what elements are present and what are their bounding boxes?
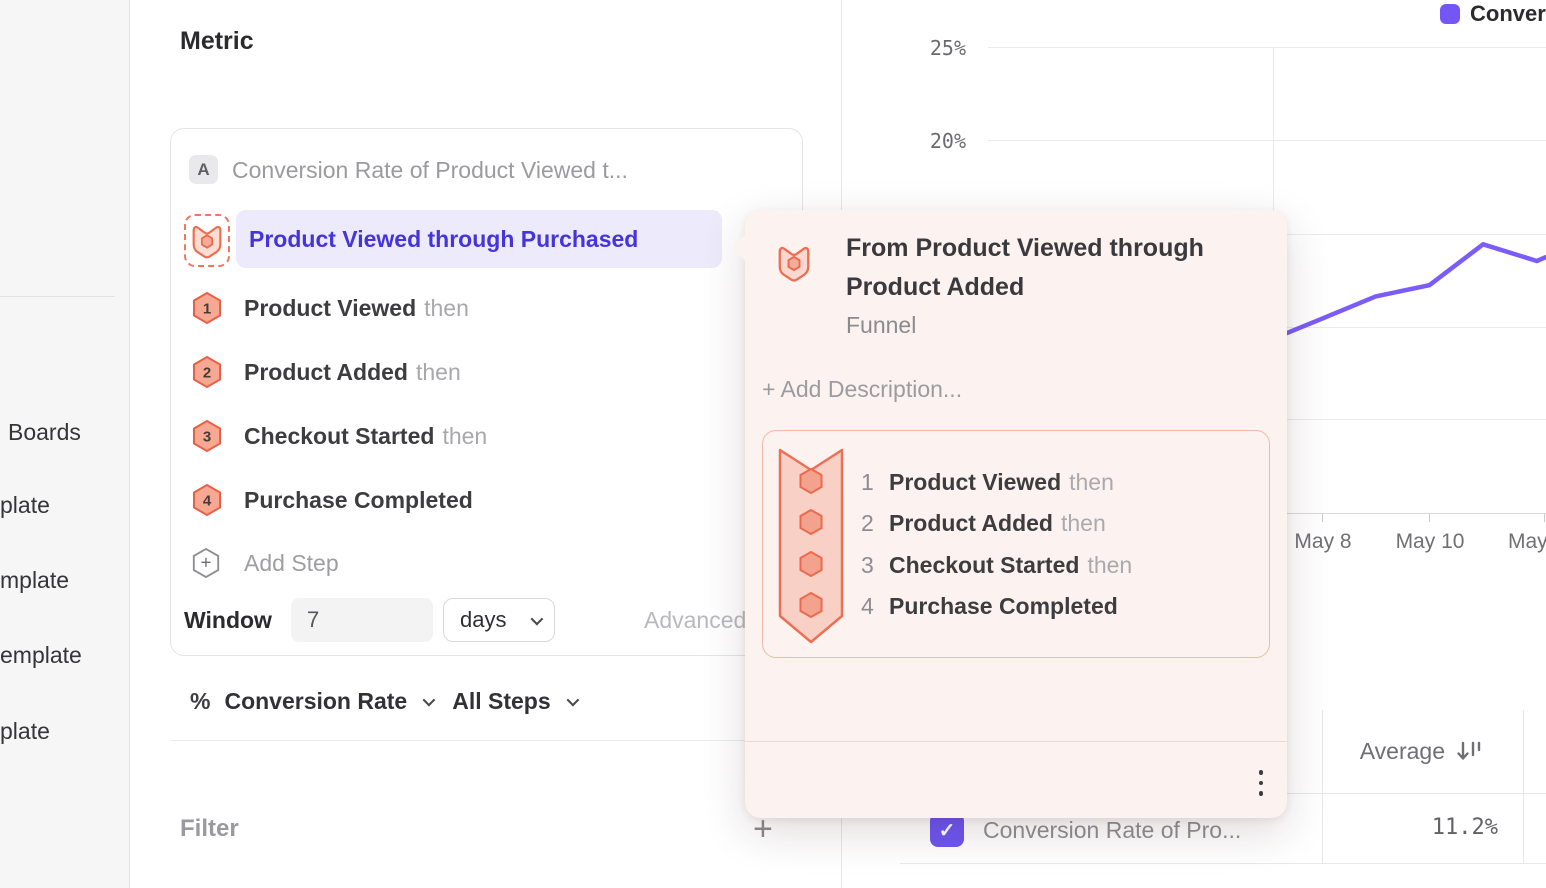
table-row-average-value: 11.2% — [1350, 815, 1498, 840]
step-name: Checkout Started — [244, 423, 434, 450]
add-description-link[interactable]: + Add Description... — [762, 376, 962, 403]
step-name: Product Added — [244, 359, 408, 386]
x-tickmark — [1544, 514, 1545, 522]
svg-text:+: + — [201, 552, 212, 573]
table-column-border — [1322, 710, 1323, 863]
funnel-glyph-icon — [191, 223, 223, 259]
window-unit-value: days — [460, 607, 506, 633]
popover-steps-box: 1 Product Viewed then 2 Product Added th… — [762, 430, 1270, 658]
more-options-icon[interactable] — [1248, 762, 1274, 804]
step-2-hex-icon: 2 — [191, 355, 223, 389]
step-3-hex-icon: 3 — [191, 419, 223, 453]
step-name: Product Added — [889, 510, 1053, 537]
metric-title[interactable]: Conversion Rate of Product Viewed t... — [232, 157, 628, 184]
step-name: Purchase Completed — [889, 593, 1118, 620]
step-number: 1 — [861, 469, 883, 496]
popover-title: From Product Viewed through Product Adde… — [846, 229, 1246, 307]
advanced-link[interactable]: Advanced — [644, 607, 746, 634]
x-axis-label-may10: May 10 — [1392, 530, 1468, 554]
sidebar-item-boards[interactable]: Boards — [8, 419, 81, 446]
funnel-step-row-4[interactable]: 4 Purchase Completed — [191, 483, 751, 517]
funnel-step-row-3[interactable]: 3 Checkout Started then — [191, 419, 751, 453]
filter-section-heading: Filter — [180, 815, 239, 843]
step-then-label: then — [442, 423, 487, 450]
sort-descending-icon[interactable] — [1455, 740, 1483, 766]
step-1-hex-icon: 1 — [191, 291, 223, 325]
svg-text:1: 1 — [203, 301, 211, 318]
popover-step-4: 4 Purchase Completed — [861, 591, 1251, 621]
step-name: Purchase Completed — [244, 487, 473, 514]
window-input[interactable] — [291, 598, 433, 642]
chevron-down-icon — [531, 612, 544, 625]
popover-subtitle: Funnel — [846, 312, 916, 339]
window-unit-select[interactable]: days — [443, 598, 555, 642]
x-tickmark — [1429, 514, 1430, 522]
add-step-button[interactable]: + Add Step — [191, 547, 491, 579]
metric-section-heading: Metric — [180, 27, 254, 56]
check-icon: ✓ — [939, 818, 956, 843]
step-then-label: then — [1069, 469, 1114, 496]
chart-legend[interactable]: Conver — [1440, 1, 1546, 27]
gridline-25pct — [988, 47, 1546, 48]
series-checkbox[interactable]: ✓ — [930, 813, 964, 847]
step-then-label: then — [416, 359, 461, 386]
measure-type-dropdown[interactable]: Conversion Rate — [224, 688, 407, 715]
sidebar-divider — [0, 296, 115, 297]
y-axis-tick-20: 20% — [900, 129, 966, 153]
svg-text:4: 4 — [203, 493, 212, 510]
sidebar-item-template-4[interactable]: plate — [0, 718, 50, 745]
step-then-label: then — [1061, 510, 1106, 537]
popover-step-3: 3 Checkout Started then — [861, 550, 1251, 580]
funnel-details-popover: From Product Viewed through Product Adde… — [745, 210, 1287, 818]
gridline-20pct — [988, 140, 1546, 141]
measure-row: % Conversion Rate All Steps — [190, 686, 582, 716]
chevron-down-icon[interactable] — [566, 693, 579, 706]
popover-footer-divider — [745, 741, 1287, 742]
funnel-icon[interactable] — [184, 214, 230, 267]
step-name: Product Viewed — [889, 469, 1061, 496]
chevron-down-icon[interactable] — [423, 693, 436, 706]
percent-symbol: % — [190, 688, 210, 715]
x-axis-label-may8: May 8 — [1292, 530, 1354, 554]
svg-text:3: 3 — [203, 429, 211, 446]
metric-card: A Conversion Rate of Product Viewed t...… — [170, 128, 803, 656]
x-axis-label-may12: May — [1508, 530, 1546, 554]
step-4-hex-icon: 4 — [191, 483, 223, 517]
funnel-icon — [773, 244, 815, 282]
funnel-step-row-1[interactable]: 1 Product Viewed then — [191, 291, 751, 325]
left-sidebar: Boards plate mplate emplate plate — [0, 0, 130, 888]
step-number: 4 — [861, 593, 883, 620]
step-number: 2 — [861, 510, 883, 537]
sidebar-item-template-2[interactable]: mplate — [0, 567, 69, 594]
step-then-label: then — [424, 295, 469, 322]
step-name: Checkout Started — [889, 552, 1079, 579]
step-then-label: then — [1087, 552, 1132, 579]
legend-swatch — [1440, 4, 1460, 24]
funnel-banner-icon — [778, 444, 844, 646]
add-step-hex-icon: + — [191, 547, 221, 579]
step-name: Product Viewed — [244, 295, 416, 322]
table-row-label[interactable]: Conversion Rate of Pro... — [983, 817, 1293, 844]
popover-step-1: 1 Product Viewed then — [861, 467, 1251, 497]
step-number: 3 — [861, 552, 883, 579]
metric-letter-badge: A — [189, 155, 218, 184]
section-divider — [170, 740, 810, 741]
table-column-border — [1523, 710, 1524, 863]
funnel-step-row-2[interactable]: 2 Product Added then — [191, 355, 751, 389]
svg-text:2: 2 — [203, 365, 211, 382]
add-step-label: Add Step — [244, 550, 339, 577]
app-canvas: Boards plate mplate emplate plate Metric… — [0, 0, 1546, 888]
window-label: Window — [184, 607, 272, 634]
selected-funnel-step[interactable]: Product Viewed through Purchased — [236, 210, 722, 268]
table-row-border — [900, 863, 1546, 864]
sidebar-item-template-3[interactable]: emplate — [0, 642, 82, 669]
steps-scope-dropdown[interactable]: All Steps — [452, 688, 550, 715]
legend-label: Conver — [1470, 1, 1546, 27]
popover-step-2: 2 Product Added then — [861, 508, 1251, 538]
average-column-header[interactable]: Average — [1280, 738, 1445, 765]
y-axis-tick-25: 25% — [900, 36, 966, 60]
sidebar-item-template-1[interactable]: plate — [0, 492, 50, 519]
x-tickmark — [1322, 514, 1323, 522]
